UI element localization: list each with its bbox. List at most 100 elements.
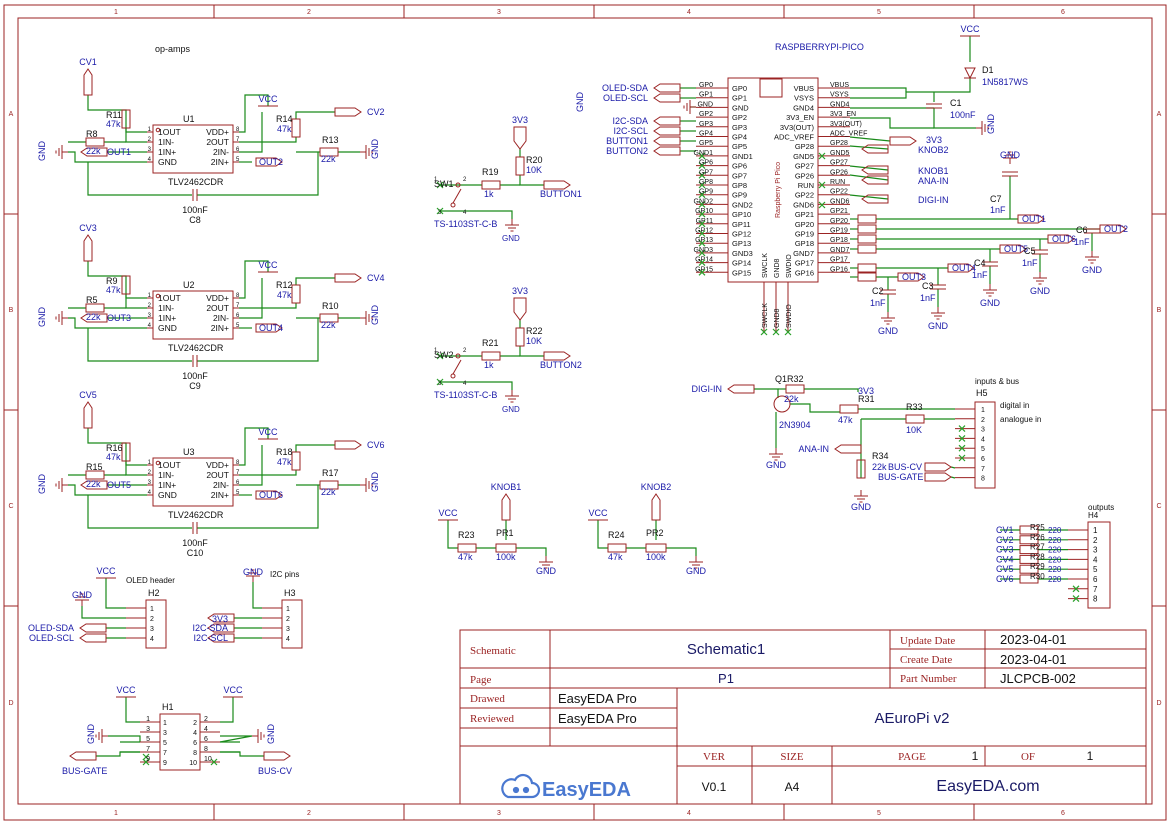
wire [850, 117, 934, 129]
ref: R17 [322, 468, 339, 478]
opamp-ref: U1 [183, 114, 195, 124]
cap-ref: C10 [187, 548, 204, 558]
potentiometer [495, 543, 517, 553]
ground-icon [252, 729, 265, 743]
frame-row-label: B [1157, 307, 1162, 314]
pin-number: 6 [204, 736, 208, 743]
ref: R15 [86, 462, 103, 472]
wire [447, 520, 458, 549]
gnd-label: GND [980, 298, 1001, 308]
wire [239, 137, 297, 143]
pico-pin-name: GND1 [732, 152, 753, 161]
value: 1nF [972, 270, 988, 280]
tb-update: 2023-04-01 [1000, 632, 1067, 647]
net-label: KNOB2 [918, 145, 949, 155]
net-port [924, 472, 952, 482]
value: 47k [106, 452, 121, 462]
pico-pin-name: GND6 [793, 200, 814, 209]
pico-pin-name: GP7 [732, 171, 747, 180]
ground-icon [95, 729, 108, 743]
pico-pin-number: GP3 [699, 121, 713, 128]
gnd-label: GND [266, 724, 276, 745]
pico-pin-number: GP4 [699, 131, 713, 138]
pin-number: 1 [150, 606, 154, 613]
pico-pin-name: GP15 [732, 268, 751, 277]
pico-pin-name: GP28 [795, 142, 814, 151]
net-port [69, 751, 97, 761]
value: 1nF [990, 205, 1006, 215]
tb-schematic-label: Schematic [470, 645, 516, 657]
tb-url: EasyEDA.com [936, 778, 1039, 795]
wire [519, 346, 544, 357]
pin-number: 2 [981, 417, 985, 424]
frame-col-label: 4 [687, 810, 691, 817]
tb-ver: V0.1 [702, 780, 727, 794]
pico-pin-number: GP6 [699, 160, 713, 167]
wire [849, 145, 889, 150]
value: 47k [838, 415, 853, 425]
ref: H1 [162, 702, 174, 712]
value: 220 [1048, 526, 1062, 535]
tb-drawed: EasyEDA Pro [558, 691, 637, 706]
switch-part: TS-1103ST-C-B [434, 219, 497, 229]
net-port [653, 83, 681, 93]
schematic-canvas: 112233445566A AB BC CD Dop-ampsU1TLV2462CDR1… [3, 4, 1167, 821]
ref: R31 [858, 394, 875, 404]
pin-number: 4 [981, 436, 985, 443]
pin-name: 1OUT [158, 293, 181, 303]
net-label: BUS-CV [258, 766, 292, 776]
ref: R18 [276, 447, 293, 457]
pin-number: 9 [163, 760, 167, 767]
net-port-label: OLED-SCL [603, 93, 648, 103]
ref: PR1 [496, 528, 514, 538]
ref: R12 [276, 280, 293, 290]
ref: C2 [872, 286, 884, 296]
gnd-label: GND [370, 305, 380, 326]
value: 47k [277, 124, 292, 134]
switch-lever [452, 359, 462, 375]
net-label: OUT2 [259, 157, 283, 167]
resistor [857, 263, 877, 273]
tb-size: A4 [785, 780, 800, 794]
frame-col-label: 5 [877, 810, 881, 817]
pico-pin-name: 3V3(OUT) [780, 123, 815, 132]
tb-schematic: Schematic1 [687, 641, 765, 658]
cv-output-port [334, 107, 362, 117]
pico-pin-number: SWCLK [762, 303, 769, 328]
ref: R28 [1030, 552, 1045, 561]
pin-name: 2IN+ [211, 157, 229, 167]
tb-reviewed: EasyEDA Pro [558, 711, 637, 726]
ref: R21 [482, 338, 499, 348]
frame-row-label: D [1156, 700, 1161, 707]
wire [125, 128, 147, 143]
value: 22k [872, 462, 887, 472]
pico-pin-name: GP3 [732, 123, 747, 132]
wire [295, 111, 335, 119]
resistor [857, 224, 877, 234]
value: 100k [646, 552, 666, 562]
net-port-label: KNOB2 [641, 482, 672, 492]
section-opamps: op-amps [155, 44, 191, 54]
h5-analogue: analogue in [1000, 415, 1041, 424]
tb-pagec: 1 [972, 749, 979, 763]
tb-drawed-label: Drawed [470, 693, 505, 705]
resistor [785, 384, 805, 394]
pin-number: 2 [286, 616, 290, 623]
value: 22k [321, 154, 336, 164]
net-port [653, 146, 681, 156]
net-port [543, 180, 571, 190]
pin-name: GND [158, 323, 177, 333]
net-label: CV1 [996, 525, 1014, 535]
pin-name: VDD+ [206, 460, 229, 470]
wire [108, 735, 141, 742]
pico-pin-name: VSYS [794, 94, 814, 103]
net-label: ANA-IN [918, 176, 949, 186]
h3-header [281, 599, 303, 649]
resistor [291, 118, 301, 138]
vcc-label: VCC [96, 566, 116, 576]
cv-input-port [83, 401, 93, 429]
pin-name: 1IN+ [158, 480, 176, 490]
easyeda-wordmark: EasyEDA [542, 779, 631, 801]
resistor [481, 351, 501, 361]
ref: C1 [950, 98, 962, 108]
